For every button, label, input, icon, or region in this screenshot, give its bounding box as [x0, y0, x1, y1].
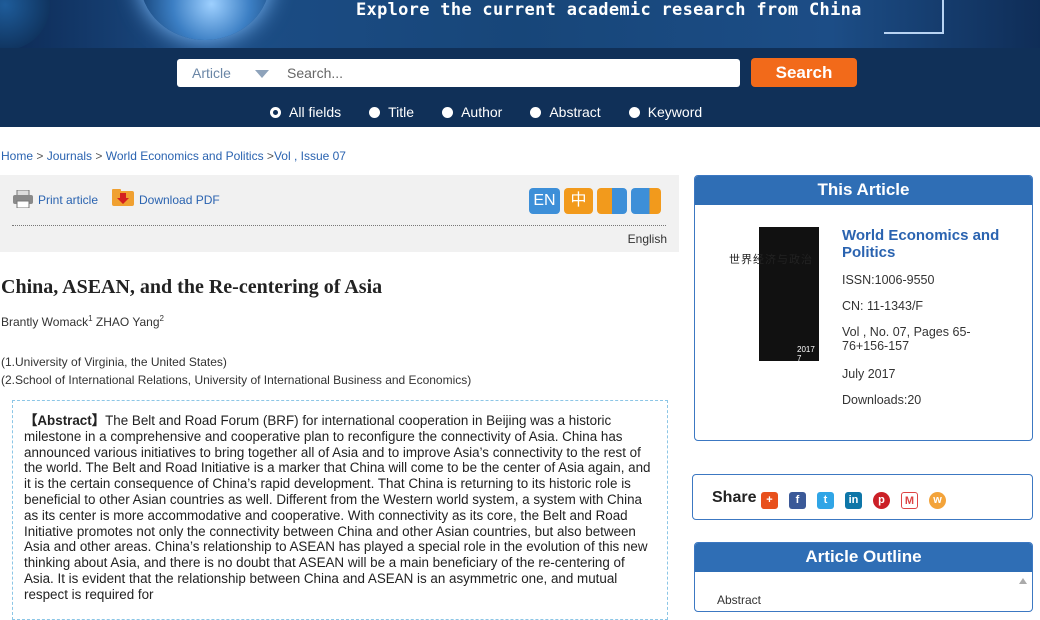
breadcrumb: Home > Journals > World Economics and Po…: [1, 149, 346, 163]
radio-dot-icon[interactable]: [369, 106, 381, 118]
cover-title: 世界经济与政治: [729, 254, 813, 266]
breadcrumb-separator: >: [92, 149, 106, 163]
cn-number: CN: 11-1343/F: [842, 299, 924, 313]
chevron-down-icon[interactable]: [255, 70, 269, 78]
banner-decoration-line: [884, 32, 944, 34]
author-link[interactable]: Brantly Womack: [1, 315, 88, 329]
cover-spine: [759, 227, 819, 361]
issn: ISSN:1006-9550: [842, 273, 935, 287]
banner-tagline: Explore the current academic research fr…: [356, 0, 862, 20]
search-box: Article: [177, 59, 740, 87]
article-title: China, ASEAN, and the Re-centering of As…: [1, 276, 383, 298]
radio-label: Abstract: [549, 104, 601, 120]
share-panel: Share + f t in p M w: [692, 474, 1033, 520]
search-button[interactable]: Search: [751, 58, 857, 87]
radio-abstract[interactable]: Abstract: [530, 103, 601, 121]
scroll-up-icon[interactable]: [1019, 578, 1027, 584]
article-toolbar: Print article Download PDF EN 中 English: [0, 175, 679, 252]
radio-dot-icon[interactable]: [530, 106, 542, 118]
radio-label: Keyword: [647, 104, 703, 120]
radio-label: All fields: [289, 104, 342, 120]
abstract-text: The Belt and Road Forum (BRF) for intern…: [24, 413, 651, 602]
panel-header: This Article: [695, 176, 1032, 205]
banner-planet: [140, 0, 270, 40]
breadcrumb-separator: >: [263, 149, 274, 163]
radio-title[interactable]: Title: [369, 103, 414, 121]
divider: [12, 225, 666, 226]
publish-date: July 2017: [842, 367, 896, 381]
banner: Explore the current academic research fr…: [0, 0, 1040, 48]
cover-issue: 2017 7: [797, 345, 815, 363]
author-affiliation-mark: 2: [159, 314, 164, 323]
search-input[interactable]: [287, 62, 727, 84]
author-link[interactable]: ZHAO Yang: [93, 315, 160, 329]
panel-header: Article Outline: [695, 543, 1032, 572]
lang-bilingual-button[interactable]: [597, 188, 627, 214]
share-label: Share: [712, 489, 757, 506]
breadcrumb-journal[interactable]: World Economics and Politics: [106, 149, 264, 163]
affiliation: (1.University of Virginia, the United St…: [1, 355, 227, 369]
volume-pages: Vol , No. 07, Pages 65-76+156-157: [842, 325, 971, 353]
radio-dot-icon[interactable]: [270, 106, 281, 118]
download-count: Downloads:20: [842, 393, 922, 407]
affiliation: (2.School of International Relations, Un…: [1, 373, 472, 387]
search-field-options: All fields Title Author Abstract Keyword: [270, 103, 730, 121]
search-scope-select[interactable]: Article: [192, 65, 231, 81]
qq-share-icon[interactable]: +: [761, 492, 778, 509]
language-switcher: EN 中: [529, 188, 665, 214]
article-authors: Brantly Womack1 ZHAO Yang2: [1, 314, 164, 329]
abstract-box: 【Abstract】The Belt and Road Forum (BRF) …: [12, 400, 668, 620]
linkedin-icon[interactable]: in: [845, 492, 862, 509]
twitter-icon[interactable]: t: [817, 492, 834, 509]
abstract-label: 【Abstract】: [24, 413, 106, 428]
download-pdf-link[interactable]: Download PDF: [139, 193, 220, 207]
radio-keyword[interactable]: Keyword: [628, 103, 703, 121]
banner-planet-left: [0, 0, 50, 48]
radio-label: Author: [461, 104, 503, 120]
search-bar: Article Search All fields Title Author A…: [0, 48, 1040, 127]
current-language-label: English: [627, 232, 667, 246]
banner-decoration: [942, 0, 944, 34]
facebook-icon[interactable]: f: [789, 492, 806, 509]
weibo-icon[interactable]: w: [929, 492, 946, 509]
outline-item[interactable]: Abstract: [717, 593, 761, 607]
breadcrumb-issue[interactable]: Vol , Issue 07: [274, 149, 346, 163]
print-article-link[interactable]: Print article: [38, 193, 98, 207]
radio-label: Title: [388, 104, 415, 120]
this-article-panel: This Article 世界经济与政治 2017 7 World Econom…: [694, 175, 1033, 441]
pinterest-icon[interactable]: p: [873, 492, 890, 509]
radio-author[interactable]: Author: [442, 103, 502, 121]
journal-cover-image[interactable]: 世界经济与政治 2017 7: [727, 227, 819, 363]
download-pdf-icon[interactable]: [112, 188, 134, 208]
radio-dot-icon[interactable]: [442, 106, 454, 118]
breadcrumb-separator: >: [33, 149, 47, 163]
printer-icon[interactable]: [12, 190, 34, 208]
radio-dot-icon[interactable]: [628, 106, 640, 118]
lang-en-button[interactable]: EN: [529, 188, 560, 214]
mail-icon[interactable]: M: [901, 492, 918, 509]
lang-bilingual-alt-button[interactable]: [631, 188, 661, 214]
radio-all-fields[interactable]: All fields: [270, 103, 341, 121]
journal-link[interactable]: World Economics and Politics: [842, 227, 1022, 261]
breadcrumb-journals[interactable]: Journals: [47, 149, 92, 163]
breadcrumb-home[interactable]: Home: [1, 149, 33, 163]
lang-zh-button[interactable]: 中: [564, 188, 593, 214]
